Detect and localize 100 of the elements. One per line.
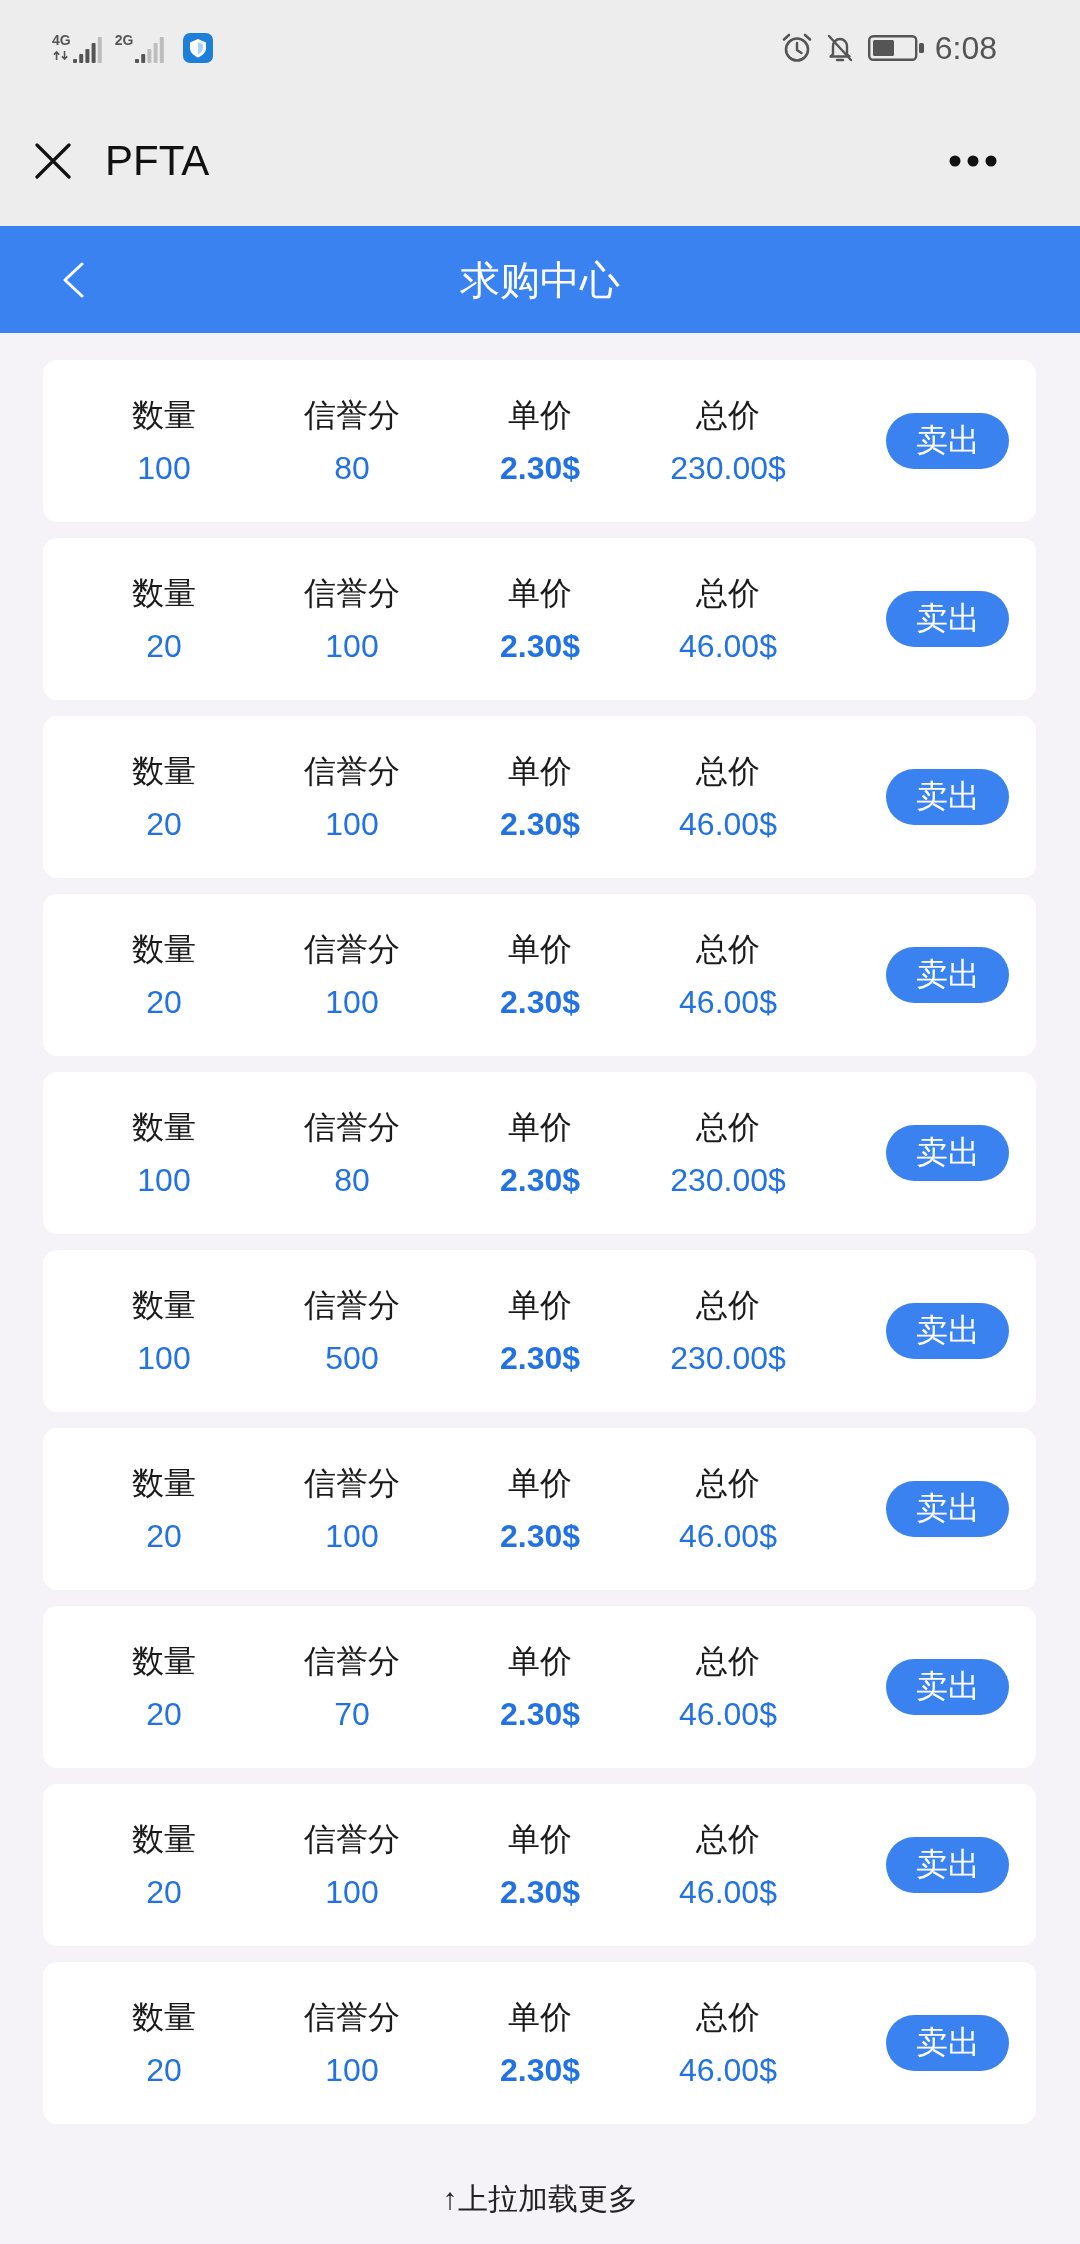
field-label: 单价 bbox=[508, 1819, 572, 1859]
field-label: 单价 bbox=[508, 1997, 572, 2037]
field-label: 数量 bbox=[132, 1463, 196, 1503]
field-value: 2.30$ bbox=[499, 1160, 581, 1200]
field-label: 总价 bbox=[696, 1819, 760, 1859]
sell-button[interactable]: 卖出 bbox=[886, 591, 1009, 647]
field-label: 总价 bbox=[696, 573, 760, 613]
field-label: 总价 bbox=[696, 751, 760, 791]
field-value: 46.00$ bbox=[679, 1872, 777, 1912]
field-value: 20 bbox=[146, 626, 182, 666]
sell-button[interactable]: 卖出 bbox=[886, 413, 1009, 469]
load-more-hint: ↑上拉加载更多 bbox=[442, 2182, 638, 2215]
field-value: 46.00$ bbox=[679, 1516, 777, 1556]
battery-icon bbox=[867, 35, 924, 61]
field-value: 100 bbox=[325, 804, 379, 844]
close-icon[interactable] bbox=[35, 143, 71, 179]
sell-button[interactable]: 卖出 bbox=[886, 947, 1009, 1003]
field-value: 20 bbox=[146, 1694, 182, 1734]
field-value: 2.30$ bbox=[499, 1516, 581, 1556]
field-label: 信誉分 bbox=[304, 1819, 400, 1859]
field-value: 100 bbox=[137, 1160, 191, 1200]
field-value: 20 bbox=[146, 1872, 182, 1912]
field-label: 信誉分 bbox=[304, 573, 400, 613]
field-value: 20 bbox=[146, 982, 182, 1022]
field-label: 信誉分 bbox=[304, 1641, 400, 1681]
field-label: 数量 bbox=[132, 1641, 196, 1681]
field-value: 100 bbox=[137, 1338, 191, 1378]
bell-off-icon bbox=[825, 33, 854, 63]
field-value: 46.00$ bbox=[679, 2050, 777, 2090]
data-arrows-icon bbox=[53, 51, 70, 60]
sell-button[interactable]: 卖出 bbox=[886, 1125, 1009, 1181]
field-label: 数量 bbox=[132, 1107, 196, 1147]
field-value: 46.00$ bbox=[679, 1694, 777, 1734]
field-value: 80 bbox=[334, 1160, 370, 1200]
field-label: 总价 bbox=[696, 929, 760, 969]
field-label: 总价 bbox=[696, 1285, 760, 1325]
field-label: 数量 bbox=[132, 1997, 196, 2037]
sell-button[interactable]: 卖出 bbox=[886, 1303, 1009, 1359]
field-value: 20 bbox=[146, 2050, 182, 2090]
field-label: 信誉分 bbox=[304, 751, 400, 791]
back-icon[interactable] bbox=[62, 261, 84, 298]
field-label: 信誉分 bbox=[304, 1107, 400, 1147]
field-label: 单价 bbox=[508, 1641, 572, 1681]
sell-button[interactable]: 卖出 bbox=[886, 1659, 1009, 1715]
field-label: 单价 bbox=[508, 1463, 572, 1503]
signal-icon bbox=[72, 35, 103, 63]
field-value: 2.30$ bbox=[499, 2050, 581, 2090]
field-label: 信誉分 bbox=[304, 395, 400, 435]
field-label: 总价 bbox=[696, 1997, 760, 2037]
network-type-label: 4G bbox=[52, 33, 71, 48]
sell-button[interactable]: 卖出 bbox=[886, 1481, 1009, 1537]
field-value: 100 bbox=[325, 982, 379, 1022]
field-label: 单价 bbox=[508, 929, 572, 969]
field-value: 2.30$ bbox=[499, 626, 581, 666]
field-label: 总价 bbox=[696, 1641, 760, 1681]
field-value: 230.00$ bbox=[670, 1160, 786, 1200]
field-label: 单价 bbox=[508, 395, 572, 435]
field-value: 500 bbox=[325, 1338, 379, 1378]
field-value: 100 bbox=[137, 448, 191, 488]
field-value: 2.30$ bbox=[499, 982, 581, 1022]
field-label: 单价 bbox=[508, 573, 572, 613]
field-value: 100 bbox=[325, 1872, 379, 1912]
field-value: 20 bbox=[146, 804, 182, 844]
signal-icon bbox=[135, 35, 166, 63]
field-value: 80 bbox=[334, 448, 370, 488]
app-title: PFTA bbox=[105, 136, 210, 186]
field-value: 2.30$ bbox=[499, 448, 581, 488]
field-label: 单价 bbox=[508, 1107, 572, 1147]
field-label: 信誉分 bbox=[304, 1463, 400, 1503]
field-value: 46.00$ bbox=[679, 982, 777, 1022]
field-label: 数量 bbox=[132, 1285, 196, 1325]
field-label: 总价 bbox=[696, 1463, 760, 1503]
field-label: 数量 bbox=[132, 395, 196, 435]
sell-button[interactable]: 卖出 bbox=[886, 2015, 1009, 2071]
field-value: 20 bbox=[146, 1516, 182, 1556]
field-value: 230.00$ bbox=[670, 448, 786, 488]
field-label: 总价 bbox=[696, 1107, 760, 1147]
page-title: 求购中心 bbox=[460, 256, 620, 304]
field-label: 数量 bbox=[132, 573, 196, 613]
field-value: 46.00$ bbox=[679, 626, 777, 666]
field-value: 100 bbox=[325, 1516, 379, 1556]
field-value: 2.30$ bbox=[499, 1872, 581, 1912]
field-label: 信誉分 bbox=[304, 1285, 400, 1325]
sell-button[interactable]: 卖出 bbox=[886, 769, 1009, 825]
more-options-icon[interactable] bbox=[949, 155, 997, 167]
field-label: 单价 bbox=[508, 751, 572, 791]
alarm-clock-icon bbox=[781, 33, 812, 63]
field-value: 230.00$ bbox=[670, 1338, 786, 1378]
field-label: 数量 bbox=[132, 751, 196, 791]
field-value: 46.00$ bbox=[679, 804, 777, 844]
field-value: 2.30$ bbox=[499, 1694, 581, 1734]
field-value: 2.30$ bbox=[499, 804, 581, 844]
field-value: 2.30$ bbox=[499, 1338, 581, 1378]
field-value: 100 bbox=[325, 2050, 379, 2090]
field-label: 数量 bbox=[132, 1819, 196, 1859]
field-label: 信誉分 bbox=[304, 1997, 400, 2037]
field-value: 70 bbox=[334, 1694, 370, 1734]
field-label: 数量 bbox=[132, 929, 196, 969]
clock-time: 6:08 bbox=[934, 29, 997, 67]
sell-button[interactable]: 卖出 bbox=[886, 1837, 1009, 1893]
